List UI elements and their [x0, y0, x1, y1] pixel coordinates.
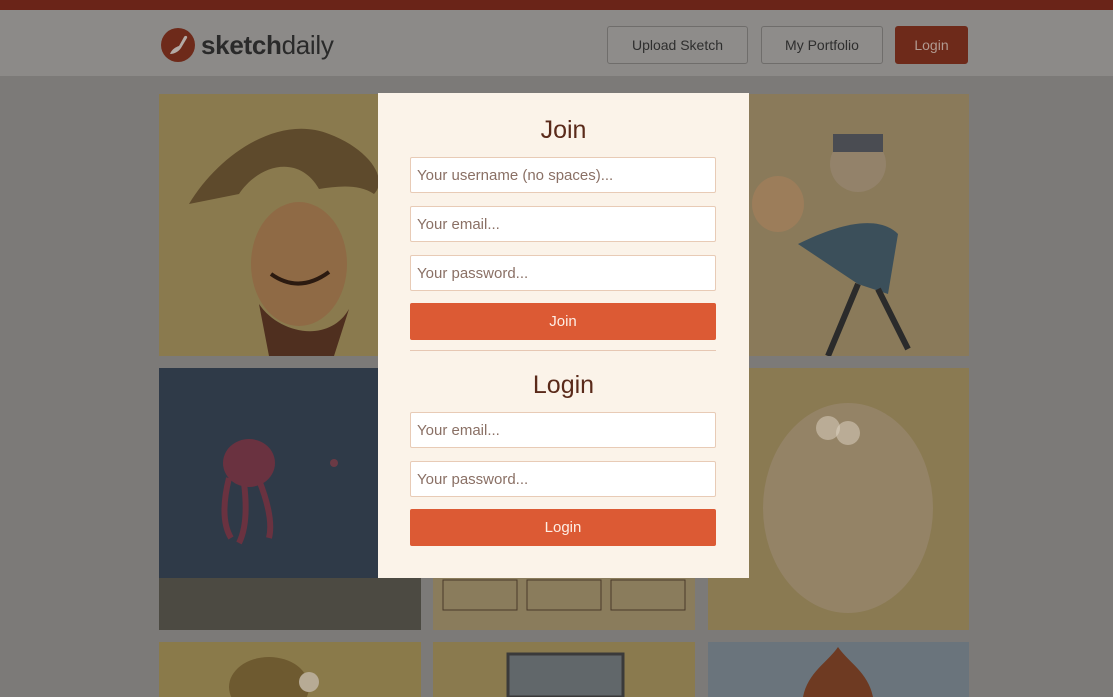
join-button[interactable]: Join: [410, 303, 716, 340]
gallery-tile-expressions[interactable]: [433, 578, 695, 630]
gallery-tile-onion[interactable]: [708, 642, 969, 697]
auth-modal: Join Join Login Login: [378, 93, 749, 578]
toucan-sketch-image: [159, 642, 421, 697]
header-login-button[interactable]: Login: [895, 26, 968, 64]
gallery-tile-toucan[interactable]: [159, 642, 421, 697]
onion-sketch-image: [708, 642, 969, 697]
site-logo[interactable]: sketchdaily: [160, 27, 334, 63]
login-password-input[interactable]: [410, 461, 716, 497]
join-email-input[interactable]: [410, 206, 716, 242]
join-password-input[interactable]: [410, 255, 716, 291]
upload-sketch-button[interactable]: Upload Sketch: [607, 26, 748, 64]
framed-portrait-image: [433, 642, 695, 697]
join-username-input[interactable]: [410, 157, 716, 193]
form-divider: [410, 350, 716, 351]
logo-text-light: daily: [281, 29, 334, 60]
login-email-input[interactable]: [410, 412, 716, 448]
join-heading: Join: [540, 116, 587, 144]
top-accent-stripe: [0, 0, 1113, 10]
logo-wordmark: sketchdaily: [201, 30, 334, 61]
logo-text-bold: sketch: [201, 29, 282, 60]
my-portfolio-button[interactable]: My Portfolio: [761, 26, 883, 64]
gallery-tile-framed-portrait[interactable]: [433, 642, 695, 697]
site-header: sketchdaily Upload Sketch My Portfolio L…: [0, 10, 1113, 76]
brush-logo-icon: [161, 28, 195, 62]
login-heading: Login: [532, 371, 595, 399]
login-button[interactable]: Login: [410, 509, 716, 546]
expression-sheet-image: [433, 578, 695, 630]
